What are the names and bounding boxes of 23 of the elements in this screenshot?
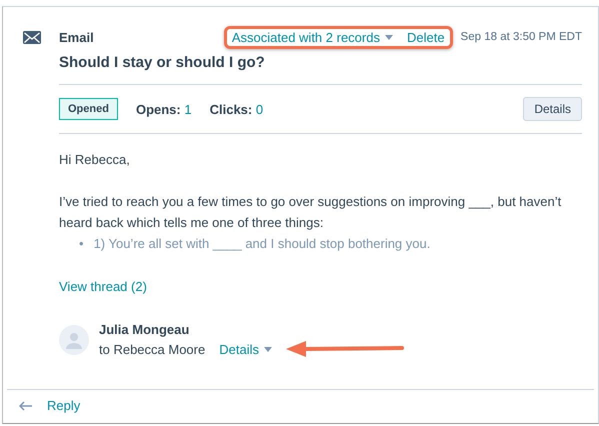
view-thread-link[interactable]: View thread (2) bbox=[59, 279, 147, 294]
bullet-marker: • bbox=[79, 235, 84, 253]
details-button[interactable]: Details bbox=[523, 97, 582, 121]
envelope-icon bbox=[23, 31, 41, 44]
caret-icon bbox=[264, 346, 272, 352]
timestamp: Sep 18 at 3:50 PM EDT bbox=[460, 31, 582, 43]
bullet-text: 1) You’re all set with ____ and I should stop bothering you. bbox=[94, 235, 430, 253]
reply-icon bbox=[19, 400, 33, 410]
caret-icon bbox=[384, 34, 393, 40]
details-link[interactable]: Details bbox=[219, 342, 272, 356]
email-subject: Should I stay or should I go? bbox=[59, 54, 582, 85]
associations-link[interactable]: Associated with 2 records bbox=[232, 30, 393, 44]
sender-name: Julia Mongeau bbox=[99, 322, 190, 337]
delete-link[interactable]: Delete bbox=[406, 30, 445, 44]
status-badge: Opened bbox=[59, 98, 118, 120]
recipient-text: to Rebecca Moore bbox=[99, 342, 206, 356]
body-paragraph: I’ve tried to reach you a few times to go over suggestions on improving ___, but haven’t heard back which tells me one of three things: bbox=[59, 193, 562, 232]
avatar-icon bbox=[59, 325, 89, 355]
activity-type-label: Email bbox=[59, 30, 95, 44]
reply-link[interactable]: Reply bbox=[47, 398, 80, 413]
greeting-text: Hi Rebecca, bbox=[59, 151, 131, 169]
metric-text: Opens: 1 bbox=[136, 102, 192, 116]
metric-text: Clicks: 0 bbox=[210, 102, 264, 116]
